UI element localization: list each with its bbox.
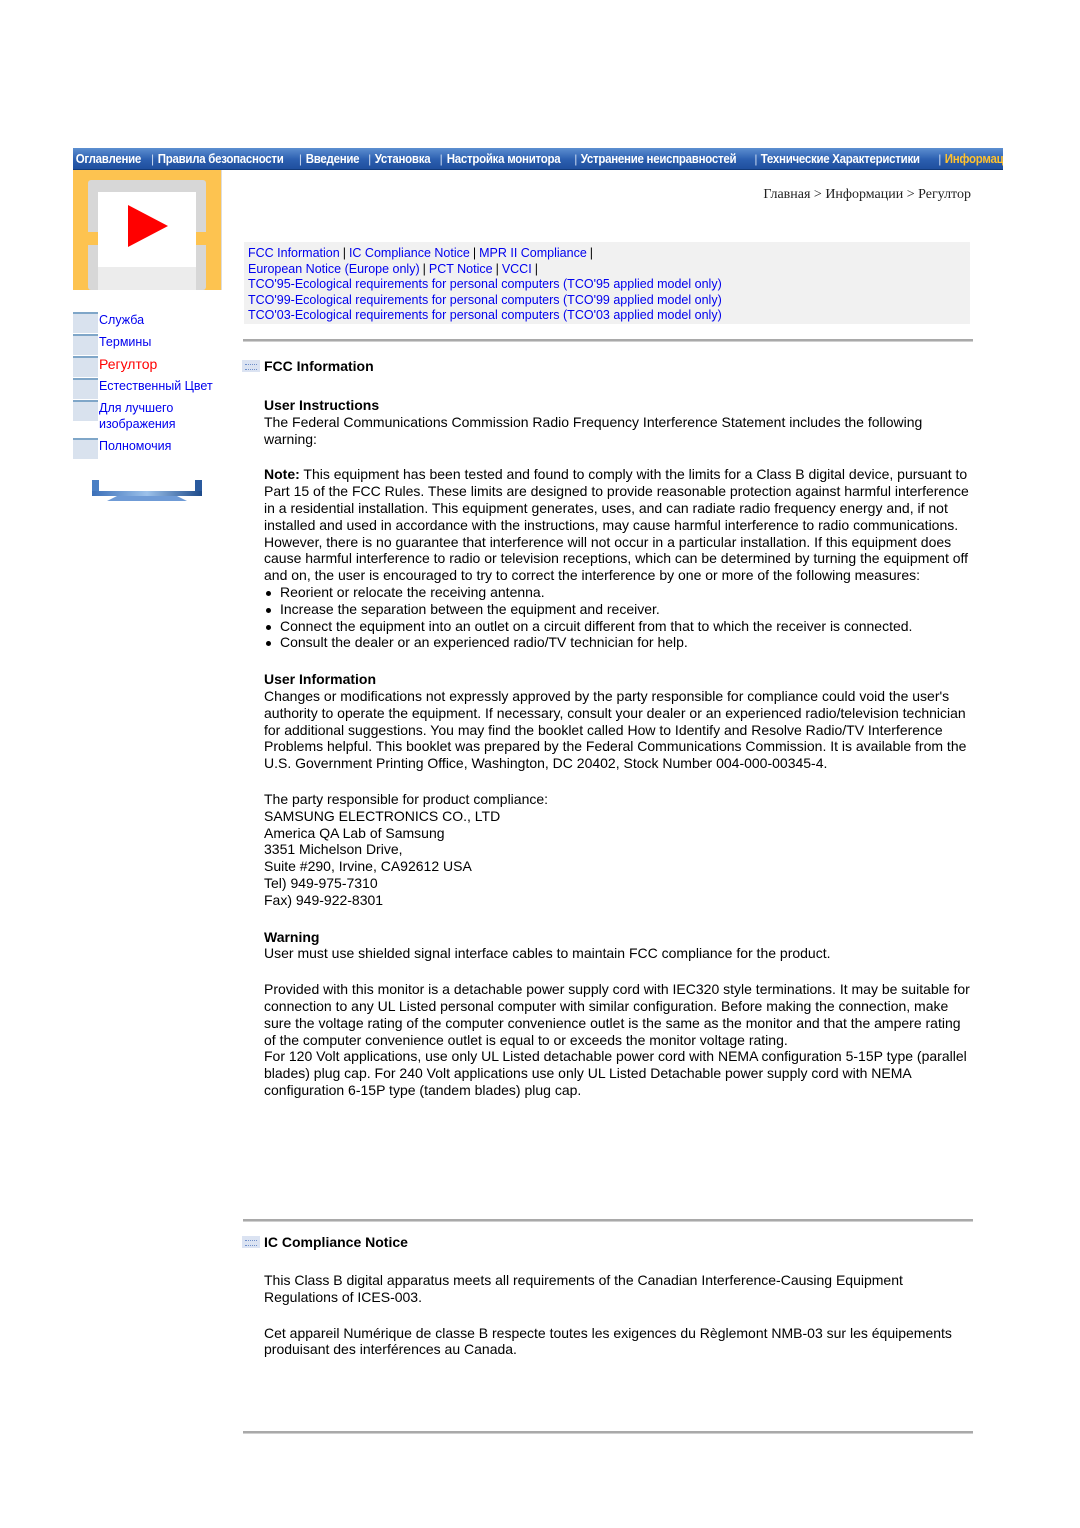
- user-information-text: Changes or modifications not expressly a…: [264, 687, 967, 772]
- ic-paragraph-english: This Class B digital apparatus meets all…: [264, 1272, 903, 1305]
- sidebar-item-icon: [73, 356, 98, 377]
- party-line: Suite #290, Irvine, CA92612 USA: [264, 858, 472, 875]
- sidebar-item-icon: [73, 334, 98, 355]
- nav-separator: |: [150, 151, 155, 166]
- sidebar-item-service[interactable]: Служба: [73, 312, 223, 333]
- power-paragraph-2: For 120 Volt applications, use only UL L…: [264, 1048, 967, 1098]
- nav-item-information[interactable]: Информации: [942, 152, 1003, 166]
- nav-separator: |: [574, 151, 578, 166]
- sidebar-item-icon: [73, 438, 98, 459]
- sidebar-item-icon: [73, 400, 98, 421]
- party-line: Tel) 949-975-7310: [264, 874, 378, 891]
- sidebar-item-authority[interactable]: Полномочия: [73, 438, 223, 459]
- user-instructions-heading: User Instructions: [264, 397, 380, 413]
- link-tco95[interactable]: TCO'95-Ecological requirements for perso…: [248, 277, 970, 293]
- nav-item-troubleshooting[interactable]: Устранение неисправностей: [578, 152, 739, 166]
- link-vcci[interactable]: VCCI: [502, 262, 532, 276]
- divider: [243, 339, 973, 342]
- logo-frame: [88, 180, 206, 290]
- link-tco99[interactable]: TCO'99-Ecological requirements for perso…: [248, 293, 970, 309]
- nav-separator: |: [439, 151, 443, 166]
- party-line: Fax) 949-922-8301: [264, 891, 384, 908]
- top-navigation-bar: Оглавление | Правила безопасности | Введен…: [73, 148, 1003, 170]
- power-paragraph-1: Provided with this monitor is a detachab…: [264, 981, 970, 1048]
- link-tco03[interactable]: TCO'03-Ecological requirements for perso…: [248, 308, 970, 324]
- link-mpr-ii[interactable]: MPR II Compliance: [479, 246, 587, 260]
- sidebar-item-natural-color[interactable]: Естественный Цвет: [73, 378, 223, 399]
- party-line: SAMSUNG ELECTRONICS CO., LTD: [264, 807, 501, 824]
- breadcrumb: Главная > Информации > Регултор: [763, 187, 971, 202]
- list-item: Reorient or relocate the receiving anten…: [264, 584, 974, 601]
- measures-list: Reorient or relocate the receiving anten…: [264, 584, 974, 651]
- list-item: Increase the separation between the equi…: [264, 601, 974, 618]
- nav-separator: |: [754, 151, 758, 166]
- user-instructions-text: The Federal Communications Commission Ra…: [264, 413, 923, 447]
- link-pct-notice[interactable]: PCT Notice: [429, 262, 493, 276]
- sidebar-item-icon: [73, 312, 98, 333]
- list-item: Consult the dealer or an experienced rad…: [264, 634, 974, 651]
- section-links: FCC Information | IC Compliance Notice | MPR…: [244, 242, 970, 324]
- divider: [243, 1219, 973, 1222]
- sidebar: Служба Термины Регултор Естественный Цве…: [73, 312, 223, 460]
- section-icon: [242, 360, 260, 372]
- fcc-content: User Instructions The Federal Communicat…: [264, 397, 974, 1099]
- nav-item-introduction[interactable]: Введение: [303, 152, 362, 166]
- nav-item-adjusting[interactable]: Настройка монитора: [444, 152, 563, 166]
- warning-heading: Warning: [264, 928, 320, 945]
- ic-content: This Class B digital apparatus meets all…: [264, 1272, 974, 1358]
- section-heading-fcc: FCC Information: [242, 358, 374, 374]
- link-european-notice[interactable]: European Notice (Europe only): [248, 262, 420, 276]
- note-paragraph: Note: This equipment has been tested and…: [264, 466, 969, 584]
- sidebar-item-better-display[interactable]: Для лучшего изображения: [73, 400, 223, 432]
- nav-separator: |: [938, 151, 942, 166]
- warning-text: User must use shielded signal interface …: [264, 945, 831, 962]
- link-fcc-information[interactable]: FCC Information: [248, 246, 340, 260]
- sidebar-item-icon: [73, 378, 98, 399]
- nav-item-setup[interactable]: Установка: [372, 152, 433, 166]
- divider: [243, 1431, 973, 1434]
- nav-item-specifications[interactable]: Технические Характеристики: [758, 152, 922, 166]
- nav-separator: |: [368, 151, 372, 166]
- party-line: 3351 Michelson Drive,: [264, 841, 403, 858]
- play-icon: [128, 205, 168, 247]
- link-ic-compliance[interactable]: IC Compliance Notice: [349, 246, 470, 260]
- list-item: Connect the equipment into an outlet on …: [264, 618, 974, 635]
- nav-item-safety[interactable]: Правила безопасности: [155, 152, 286, 166]
- sidebar-item-regulatory[interactable]: Регултор: [73, 356, 223, 377]
- section-logo: [73, 170, 221, 290]
- party-intro: The party responsible for product compli…: [264, 790, 549, 807]
- party-line: America QA Lab of Samsung: [264, 824, 445, 841]
- monitor-stand-icon: [92, 480, 202, 501]
- sidebar-item-terms[interactable]: Термины: [73, 334, 223, 355]
- divider: [221, 170, 222, 290]
- nav-item-contents[interactable]: Оглавление: [73, 152, 144, 166]
- ic-paragraph-french: Cet appareil Numérique de classe B respe…: [264, 1324, 952, 1358]
- user-information-heading: User Information: [264, 671, 377, 688]
- section-heading-ic: IC Compliance Notice: [242, 1234, 408, 1250]
- section-icon: [242, 1236, 260, 1248]
- nav-separator: |: [298, 151, 302, 166]
